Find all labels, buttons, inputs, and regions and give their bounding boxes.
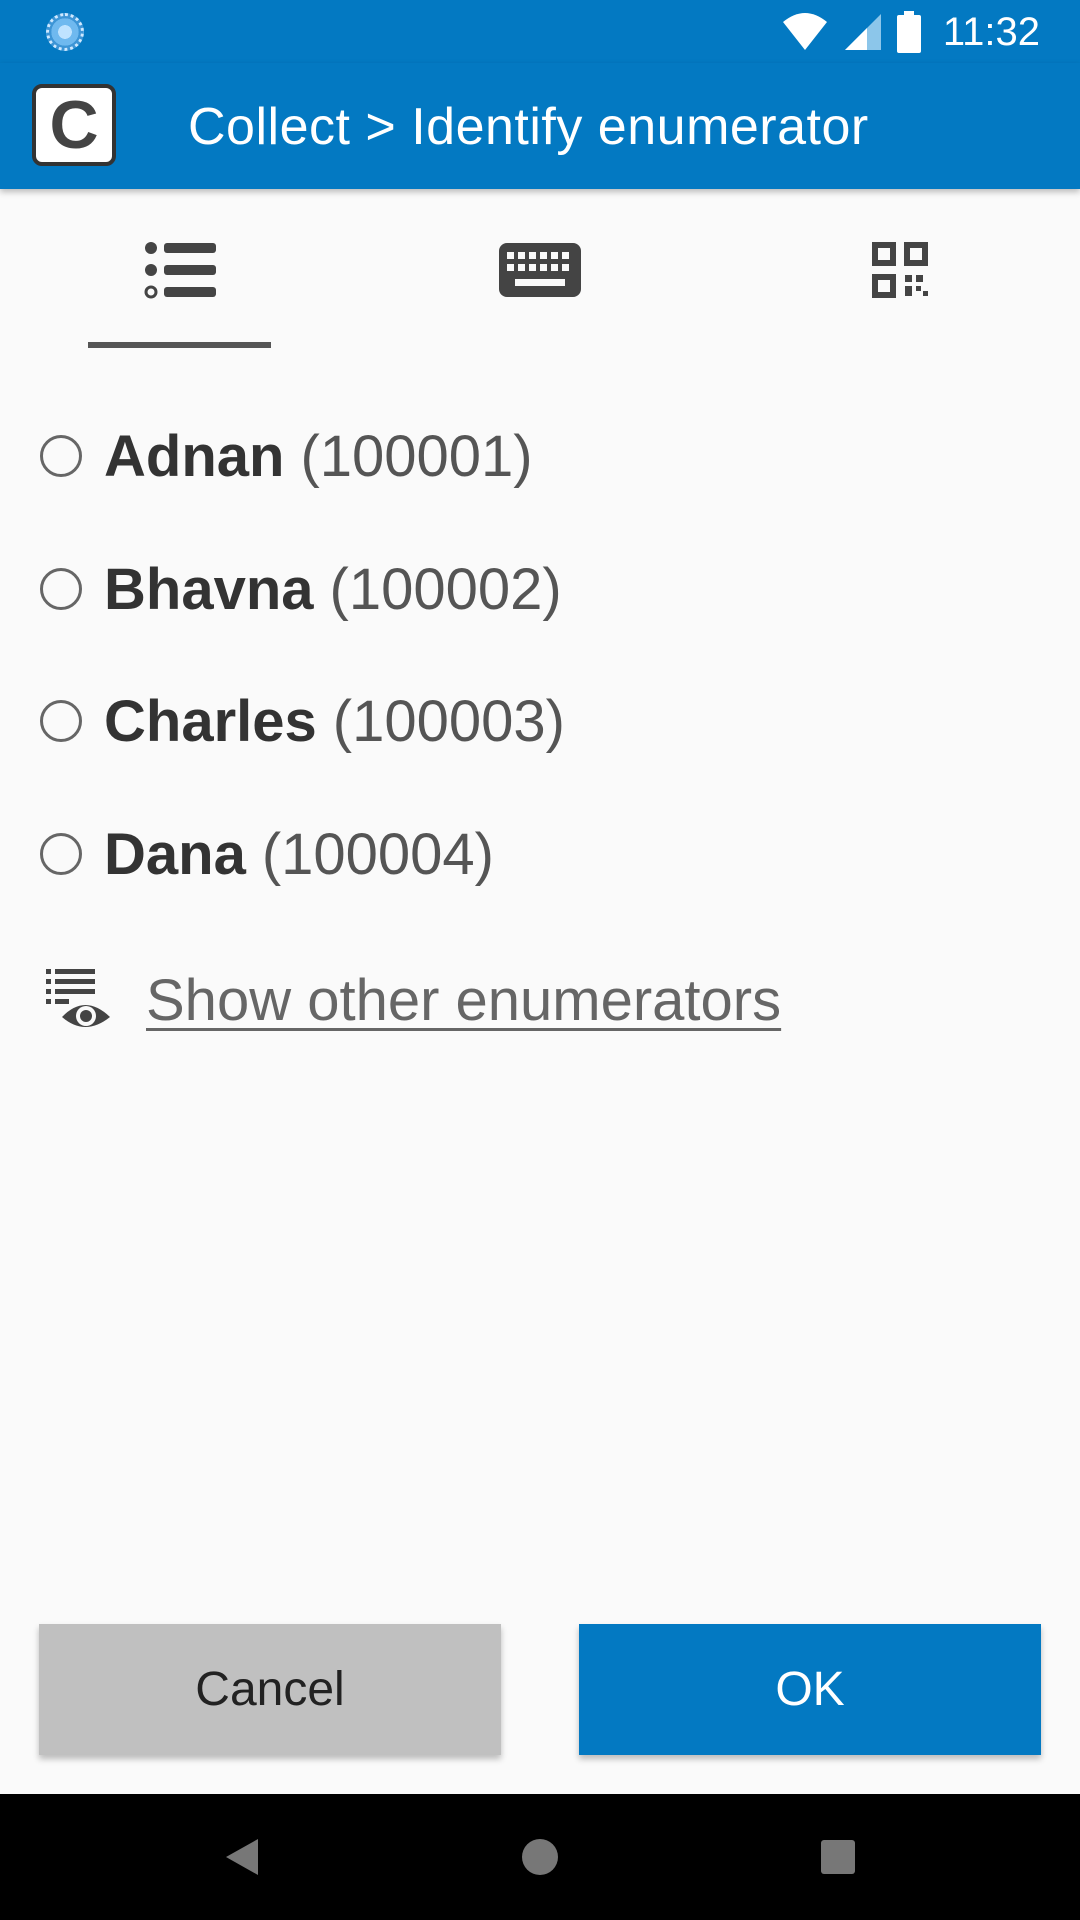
- back-icon: [226, 1839, 258, 1875]
- app-bar: C Collect > Identify enumerator: [0, 63, 1080, 189]
- qr-code-icon: [872, 242, 928, 298]
- list-icon: [144, 242, 216, 299]
- enumerator-name: Dana: [104, 821, 246, 887]
- recents-button[interactable]: [758, 1794, 918, 1920]
- radio-button[interactable]: [40, 435, 82, 477]
- enumerator-code: (100001): [300, 423, 533, 489]
- wifi-icon: [782, 13, 827, 50]
- enumerator-option[interactable]: Charles (100003): [40, 671, 840, 771]
- status-indicators: 11:32: [781, 6, 1040, 58]
- show-other-label: Show other enumerators: [146, 967, 782, 1033]
- enumerator-option[interactable]: Dana (100004): [40, 804, 840, 904]
- show-other-enumerators-link[interactable]: Show other enumerators: [46, 955, 846, 1045]
- page-title: Collect > Identify enumerator: [188, 98, 869, 156]
- clock: 11:32: [942, 9, 1040, 54]
- back-button[interactable]: [162, 1794, 322, 1920]
- enumerator-code: (100004): [261, 821, 494, 887]
- app-screen: 11:32 C Collect > Identify enumerator Ad…: [0, 0, 1080, 1920]
- app-logo: C: [32, 84, 116, 166]
- status-bar: 11:32: [0, 0, 1080, 63]
- enumerator-name: Adnan: [104, 423, 285, 489]
- enumerator-name: Bhavna: [104, 556, 314, 622]
- radio-button[interactable]: [40, 568, 82, 610]
- enumerator-name: Charles: [104, 688, 317, 754]
- battery-icon: [896, 11, 921, 53]
- recents-icon: [821, 1840, 855, 1874]
- sync-icon: [46, 13, 84, 51]
- navigation-bar: [0, 1794, 1080, 1920]
- ok-button[interactable]: OK: [579, 1624, 1041, 1755]
- radio-button[interactable]: [40, 833, 82, 875]
- list-view-eye-icon: [46, 969, 110, 1027]
- home-icon: [522, 1839, 558, 1875]
- radio-button[interactable]: [40, 700, 82, 742]
- tab-list[interactable]: [0, 189, 360, 351]
- input-mode-tabs: [0, 189, 1080, 351]
- enumerator-code: (100002): [329, 556, 562, 622]
- cancel-button[interactable]: Cancel: [39, 1624, 501, 1755]
- tab-indicator: [88, 342, 271, 348]
- cellular-signal-icon: [844, 14, 881, 50]
- enumerator-option[interactable]: Bhavna (100002): [40, 539, 840, 639]
- enumerator-option[interactable]: Adnan (100001): [40, 406, 840, 506]
- home-button[interactable]: [460, 1794, 620, 1920]
- tab-qr-scan[interactable]: [720, 189, 1080, 351]
- tab-keyboard[interactable]: [360, 189, 720, 351]
- enumerator-code: (100003): [332, 688, 565, 754]
- keyboard-icon: [499, 243, 581, 297]
